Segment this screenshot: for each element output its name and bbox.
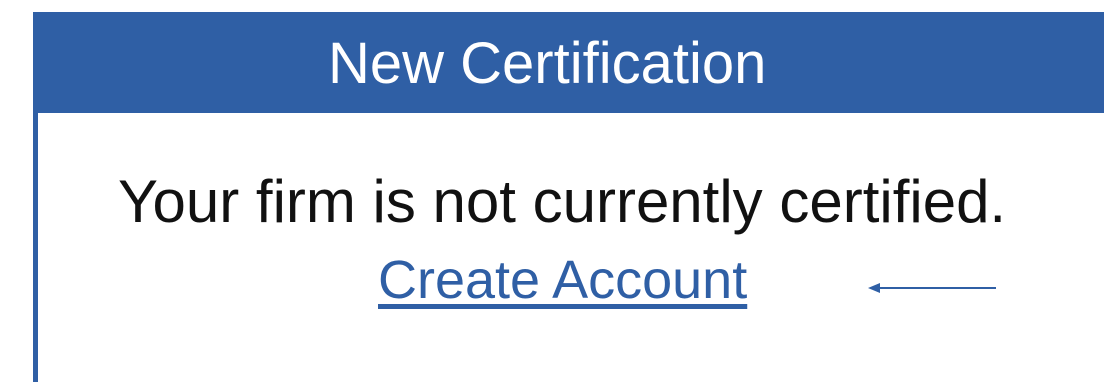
- left-arrow-icon: [868, 283, 996, 293]
- panel-title: New Certification: [38, 15, 1104, 113]
- panel-body: Your firm is not currently certified. Cr…: [38, 113, 1104, 373]
- certification-status-text: Your firm is not currently certified.: [118, 168, 1007, 235]
- create-account-link[interactable]: Create Account: [378, 249, 747, 311]
- new-certification-panel: New Certification Your firm is not curre…: [33, 12, 1104, 382]
